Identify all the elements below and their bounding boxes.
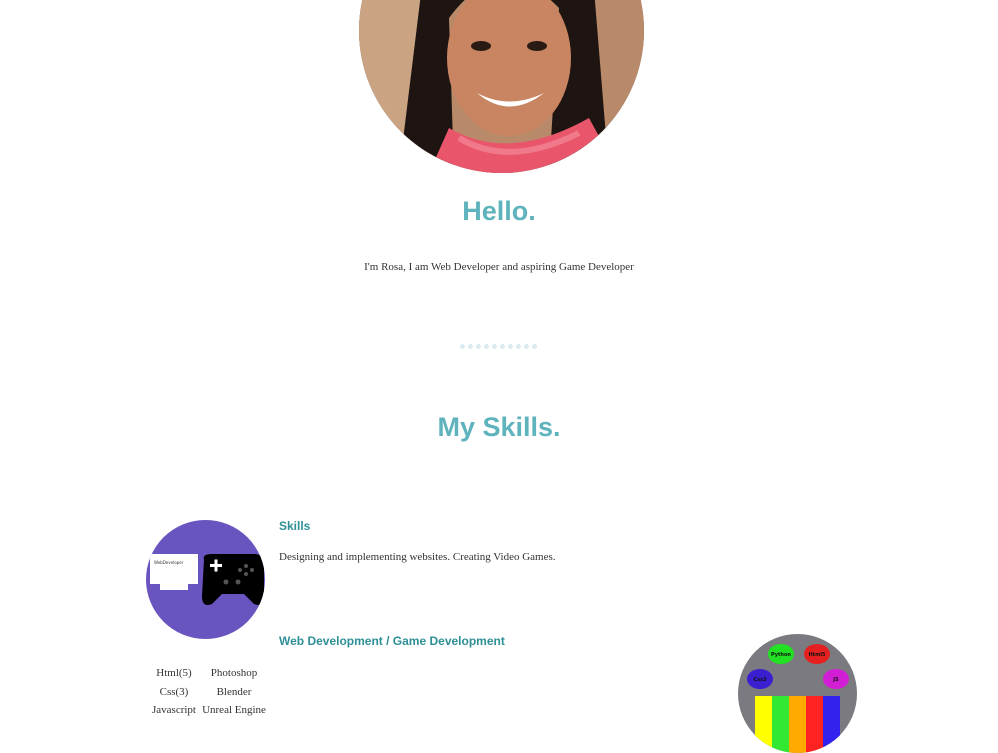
list-item: Html(5) [156, 667, 192, 679]
bar-icon [806, 696, 823, 753]
gamepad-icon [202, 554, 264, 605]
bar-icon [789, 696, 806, 753]
list-item: Blender [216, 685, 252, 698]
bar-icon [823, 696, 840, 753]
bar-icon [755, 696, 772, 753]
section-divider [460, 344, 537, 349]
monitor-icon [150, 554, 198, 584]
intro-text: I'm Rosa, I am Web Developer and aspirin… [364, 261, 634, 273]
profile-photo [359, 0, 644, 173]
skills-card-description: Designing and implementing websites. Cre… [279, 551, 556, 563]
svg-text:Python: Python [771, 652, 791, 658]
list-item: Javascript [152, 704, 196, 716]
languages-icon: Python Html5 Css3 JS [738, 634, 857, 753]
list-item: Css(3) [159, 685, 189, 698]
skills-heading: My Skills. [437, 412, 561, 442]
language-bubble: Python [768, 644, 794, 664]
skills-card-subtitle: Web Development / Game Development [279, 634, 505, 648]
hello-heading: Hello. [462, 196, 536, 226]
language-bubble: Html5 [804, 644, 830, 664]
monitor-caption: WebDeveloper [154, 560, 184, 565]
list-item: Unreal Engine [202, 704, 266, 716]
svg-text:Css3: Css3 [753, 677, 767, 683]
skills-card-title: Skills [279, 519, 311, 533]
language-bubble: JS [823, 669, 849, 689]
skill-list-tools: Photoshop Blender Unreal Engine [200, 664, 268, 720]
language-bubble: Css3 [747, 669, 773, 689]
bar-icon [772, 696, 789, 753]
web-game-dev-icon: WebDeveloper [146, 520, 265, 639]
skill-list-languages: Html(5) Css(3) Javascript [148, 664, 200, 720]
svg-text:JS: JS [832, 677, 839, 683]
list-item: Photoshop [210, 667, 258, 679]
svg-text:Html5: Html5 [809, 652, 826, 658]
profile-portrait-image [359, 0, 644, 173]
